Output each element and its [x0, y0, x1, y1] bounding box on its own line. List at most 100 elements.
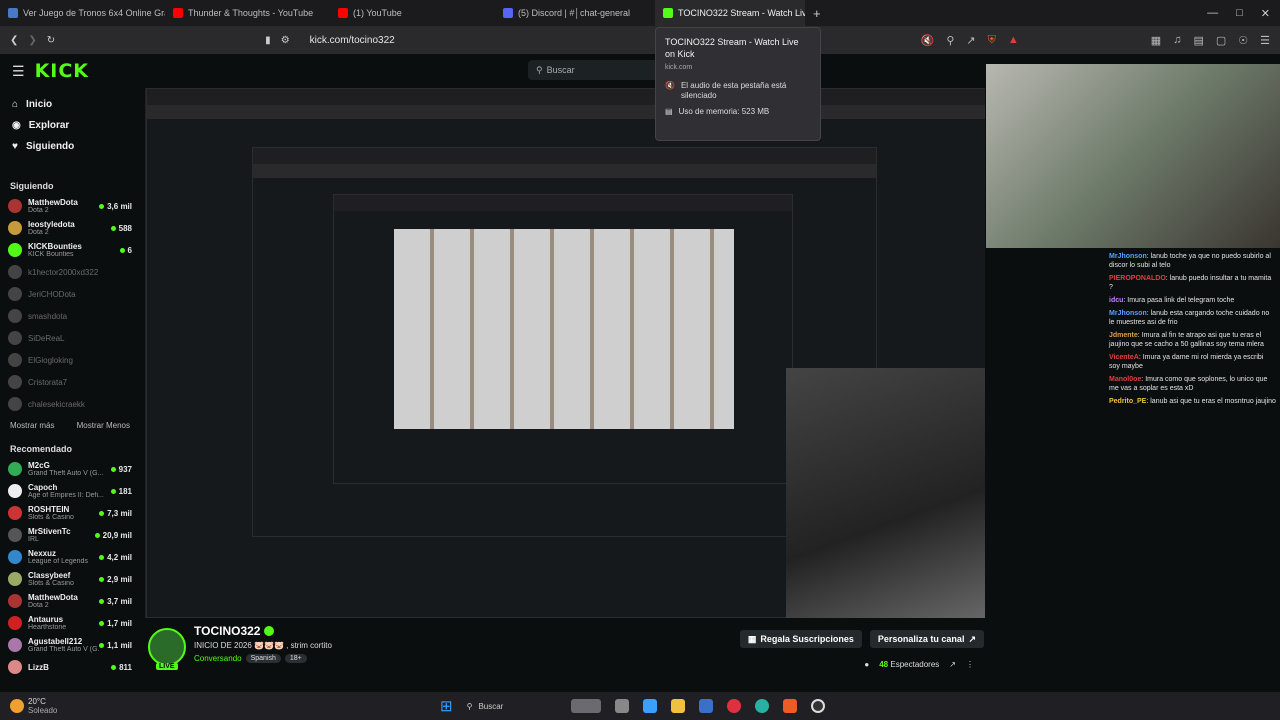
more-options-icon[interactable]: ⋮ [966, 660, 974, 669]
sidebar-channel[interactable]: M2cG Grand Theft Auto V (G... 937 [0, 458, 140, 480]
sidebar-channel[interactable]: ElGiogloking [0, 349, 140, 371]
opera-icon[interactable] [726, 699, 741, 713]
heart-icon: ♥ [12, 141, 18, 152]
sidebar-channel[interactable]: Capoch Age of Empires II: Defi... 181 [0, 480, 140, 502]
maximize-icon[interactable]: □ [1236, 7, 1243, 20]
copilot-icon[interactable] [642, 699, 657, 713]
reload-icon[interactable]: ↻ [47, 35, 55, 46]
brave-icon[interactable] [782, 699, 797, 713]
zoom-icon[interactable]: ⚲ [946, 34, 954, 47]
weather-condition: Soleado [28, 706, 58, 715]
kick-logo[interactable]: KICK [35, 60, 89, 82]
sidebar-toggle-icon[interactable]: ▦ [1151, 34, 1161, 47]
sidebar-channel[interactable]: Cristorata7 [0, 371, 140, 393]
start-icon[interactable]: ⊞ [440, 697, 453, 715]
viewer-label: Espectadores [890, 660, 940, 669]
tag-age[interactable]: 18+ [284, 654, 307, 663]
video-player[interactable] [145, 88, 985, 618]
minimize-icon[interactable]: — [1207, 7, 1218, 20]
viewer-count: 6 [119, 246, 132, 255]
gift-subs-button[interactable]: ▦ Regala Suscripciones [739, 630, 862, 648]
sidebar-channel[interactable]: Antaurus Hearthstone 1,7 mil [0, 612, 140, 634]
search-input[interactable]: ⚲ Buscar [528, 60, 658, 80]
chat-message: Pedrito_PE: lanub asi que tu eras el mos… [1109, 398, 1276, 405]
vpn-icon[interactable]: ☉ [1238, 34, 1248, 47]
mute-icon[interactable]: 🔇 [921, 34, 935, 47]
channel-name[interactable]: TOCINO322 [194, 624, 260, 638]
chat-username[interactable]: MrJhonson [1109, 253, 1147, 260]
sidebar-channel[interactable]: Nexxuz League of Legends 4,2 mil [0, 546, 140, 568]
menu-icon[interactable]: ☰ [1260, 34, 1270, 47]
store-icon[interactable] [698, 699, 713, 713]
customize-channel-button[interactable]: Personaliza tu canal ↗ [869, 630, 984, 648]
close-window-icon[interactable]: ✕ [1261, 7, 1270, 20]
viewer-count: 937 [110, 465, 132, 474]
browser-tab[interactable]: (5) Discord | #│chat-general [495, 0, 655, 26]
share-icon[interactable]: ↗ [966, 34, 975, 47]
file-explorer-icon[interactable] [670, 699, 685, 713]
search-icon: ⚲ [536, 64, 543, 75]
bookmark-icon[interactable]: ▮ [265, 35, 271, 46]
browser-tab[interactable]: (1) YouTube [330, 0, 495, 26]
windows-taskbar: 20°C Soleado ⊞ ⚲ Buscar [0, 692, 1280, 720]
tab-title: (5) Discord | #│chat-general [518, 8, 631, 18]
wallet-icon[interactable]: ▢ [1216, 34, 1226, 47]
sidebar-channel[interactable]: Classybeef Slots & Casino 2,9 mil [0, 568, 140, 590]
weather-widget[interactable]: 20°C Soleado [0, 697, 57, 715]
media-icon[interactable]: ♫ [1173, 34, 1181, 47]
tag-language[interactable]: Spanish [245, 654, 281, 663]
sidebar-nav-inicio[interactable]: ⌂ Inicio [0, 94, 140, 115]
channel-avatar[interactable]: LIVE [148, 628, 186, 670]
browser-tab[interactable]: TOCINO322 Stream - Watch Live o✕ [655, 0, 805, 26]
sidebar-channel[interactable]: smashdota [0, 305, 140, 327]
sidebar-channel[interactable]: MrStivenTc IRL 20,9 mil [0, 524, 140, 546]
sidebar-channel[interactable]: ROSHTEIN Slots & Casino 7,3 mil [0, 502, 140, 524]
chat-username[interactable]: PIEROPONALDO [1109, 275, 1166, 282]
chat-username[interactable]: MrJhonson [1109, 310, 1147, 317]
site-info-icon[interactable]: ⚙ [281, 35, 290, 46]
stream-category[interactable]: Conversando [194, 654, 242, 663]
sidebar-channel[interactable]: KICKBounties KICK Bounties 6 [0, 239, 140, 261]
share-stream-icon[interactable]: ↗ [949, 660, 956, 669]
viewer-count: 3,6 mil [99, 202, 132, 211]
chat-username[interactable]: VicenteA [1109, 354, 1139, 361]
task-view-icon[interactable] [614, 699, 629, 713]
brave-shield-icon[interactable]: ⛨ [988, 34, 996, 47]
show-less-link[interactable]: Mostrar Menos [77, 421, 130, 430]
hamburger-icon[interactable]: ☰ [12, 63, 25, 80]
edge-icon[interactable] [754, 699, 769, 713]
back-icon[interactable]: ❮ [10, 35, 18, 46]
browser-tab[interactable]: Ver Juego de Tronos 6x4 Online Grat [0, 0, 165, 26]
chat-username[interactable]: Pedrito_PE [1109, 398, 1146, 405]
obs-icon[interactable] [810, 699, 825, 713]
sidebar-nav-siguiendo[interactable]: ♥ Siguiendo [0, 136, 140, 157]
sidebar-channel[interactable]: Agustabell212 Grand Theft Auto V (G... 1,1… [0, 634, 140, 656]
channel-name: KICKBounties [28, 242, 82, 251]
chat-username[interactable]: Jdmente [1109, 332, 1138, 339]
sidebar-channel[interactable]: SiDeReaL [0, 327, 140, 349]
live-dot-icon [99, 576, 105, 582]
channel-category: KICK Bounties [28, 251, 74, 258]
widgets-icon[interactable] [570, 699, 601, 713]
reading-list-icon[interactable]: ▤ [1193, 34, 1203, 47]
chat-username[interactable]: idcu [1109, 297, 1123, 304]
brave-rewards-icon[interactable]: ▲ [1008, 34, 1019, 47]
webcam-overlay [986, 64, 1280, 248]
forward-icon[interactable]: ❯ [28, 35, 36, 46]
following-more-row: Mostrar más Mostrar Menos [0, 415, 140, 436]
sidebar-channel[interactable]: LizzB 811 [0, 656, 140, 678]
show-more-link[interactable]: Mostrar más [10, 421, 54, 430]
url-field[interactable]: kick.com/tocino322 [310, 35, 395, 46]
sidebar-channel[interactable]: chalesekicraekk [0, 393, 140, 415]
sidebar-channel[interactable]: MatthewDota Dota 2 3,7 mil [0, 590, 140, 612]
chat-username[interactable]: Manol0oe [1109, 376, 1141, 383]
sidebar-nav-explorar[interactable]: ◉ Explorar [0, 115, 140, 136]
sidebar-channel[interactable]: k1hector2000xd322 [0, 261, 140, 283]
browser-tab[interactable]: Thunder & Thoughts - YouTube [165, 0, 330, 26]
sidebar-channel[interactable]: MatthewDota Dota 2 3,6 mil [0, 195, 140, 217]
new-tab-icon[interactable]: + [813, 6, 821, 21]
avatar [8, 353, 22, 367]
taskbar-search[interactable]: ⚲ Buscar [467, 696, 557, 716]
sidebar-channel[interactable]: JeriCHODota [0, 283, 140, 305]
sidebar-channel[interactable]: leostyledota Dota 2 588 [0, 217, 140, 239]
